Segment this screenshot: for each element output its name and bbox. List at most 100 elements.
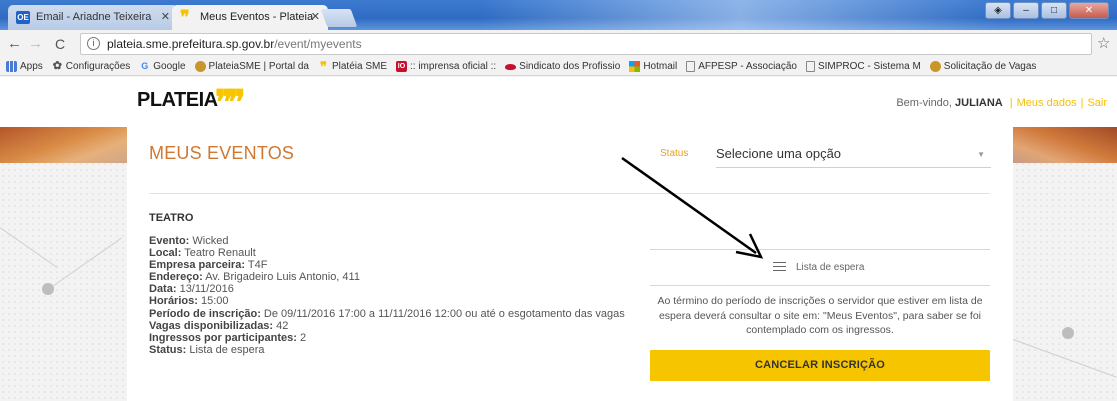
user-name: JULIANA	[955, 97, 1003, 109]
field-value: De 09/11/2016 17:00 a 11/11/2016 12:00 o…	[260, 307, 625, 320]
maximize-button[interactable]: □	[1041, 2, 1067, 19]
page-icon	[805, 61, 815, 72]
event-field-registration-period: Período de inscrição: De 09/11/2016 17:0…	[149, 308, 625, 320]
divider	[149, 193, 990, 194]
close-icon[interactable]: ✕	[161, 5, 170, 30]
bookmark-afpesp[interactable]: AFPESP - Associação	[686, 61, 797, 72]
bookmark-google[interactable]: G Google	[139, 61, 185, 72]
field-label: Período de inscrição:	[149, 307, 261, 320]
site-header: PLATEIA ❞❞ Bem-vindo, JULIANA | Meus dados…	[0, 77, 1117, 127]
reload-icon[interactable]: C	[55, 35, 65, 53]
page-body: PLATEIA ❞❞ Bem-vindo, JULIANA | Meus dados…	[0, 77, 1117, 401]
bookmark-configuracoes[interactable]: ✿ Configurações	[52, 60, 131, 73]
bookmark-label: Hotmail	[643, 61, 678, 72]
bookmark-star-icon[interactable]: ☆	[1097, 34, 1110, 52]
info-icon[interactable]: i	[87, 37, 100, 50]
sp-crest-icon	[929, 61, 941, 72]
waitlist-label: Lista de espera	[796, 262, 865, 273]
field-value: 15:00	[197, 295, 229, 308]
my-data-link[interactable]: Meus dados	[1017, 97, 1077, 109]
field-value: 13/11/2016	[176, 283, 234, 296]
browser-tab-strip: OE Email - Ariadne Teixeira ✕ ❞ Meus Eve…	[0, 0, 1117, 30]
field-label: Ingressos por participantes:	[149, 331, 297, 344]
field-label: Endereço:	[149, 271, 203, 284]
apps-grid-icon	[6, 61, 17, 72]
event-field-address: Endereço: Av. Brigadeiro Luis Antonio, 4…	[149, 271, 625, 283]
bookmark-label: PlateiaSME | Portal da	[208, 61, 309, 72]
bookmark-label: Sindicato dos Profissio	[519, 61, 621, 72]
field-label: Status:	[149, 343, 187, 356]
back-icon[interactable]: ←	[7, 35, 22, 53]
bookmark-label: Platéia SME	[331, 61, 387, 72]
event-field-name: Evento: Wicked	[149, 235, 625, 247]
logo-quote-icon: ❞❞	[215, 85, 245, 122]
status-filter-value: Selecione uma opção	[716, 146, 842, 161]
event-field-venue: Local: Teatro Renault	[149, 247, 625, 259]
url-text: plateia.sme.prefeitura.sp.gov.br/event/m…	[107, 37, 362, 51]
list-icon	[773, 262, 786, 274]
address-bar-row: ← → C i plateia.sme.prefeitura.sp.gov.br…	[0, 30, 1117, 58]
status-filter-select[interactable]: Selecione uma opção ▼	[716, 142, 991, 168]
bookmark-plateia-sme[interactable]: ❞ Platéia SME	[318, 60, 387, 73]
browser-tab-email[interactable]: OE Email - Ariadne Teixeira ✕	[8, 5, 178, 30]
window-controls: ◈ – □ ✕	[985, 2, 1109, 19]
sp-crest-icon	[194, 61, 206, 72]
event-field-times: Horários: 15:00	[149, 295, 625, 307]
outlook-icon: OE	[16, 11, 30, 24]
welcome-prefix: Bem-vindo,	[896, 97, 952, 109]
bookmark-label: Solicitação de Vagas	[943, 61, 1037, 72]
page-icon	[686, 61, 696, 72]
bookmark-hotmail[interactable]: Hotmail	[629, 61, 677, 72]
waitlist-note: Ao término do período de inscrições o se…	[657, 295, 983, 336]
chevron-down-icon: ▼	[977, 150, 985, 159]
browser-tab-meus-eventos[interactable]: ❞ Meus Eventos - Plateia ✕	[172, 5, 328, 30]
windows-icon	[629, 61, 641, 72]
bookmark-imprensa-oficial[interactable]: IO:: imprensa oficial ::	[396, 61, 496, 72]
minimize-button[interactable]: –	[1013, 2, 1039, 19]
url-input[interactable]: i plateia.sme.prefeitura.sp.gov.br/event…	[80, 33, 1092, 55]
close-icon[interactable]: ✕	[311, 5, 320, 30]
logout-link[interactable]: Sair	[1087, 97, 1107, 109]
forward-icon[interactable]: →	[28, 35, 43, 53]
cancel-registration-button[interactable]: CANCELAR INSCRIÇÃO	[650, 350, 990, 381]
new-tab-button[interactable]	[320, 9, 358, 27]
status-filter-label: Status	[660, 148, 689, 159]
field-value: Wicked	[189, 235, 229, 247]
field-value: Av. Brigadeiro Luis Antonio, 411	[202, 271, 360, 284]
close-window-button[interactable]: ✕	[1069, 2, 1109, 19]
events-card: MEUS EVENTOS Status Selecione uma opção …	[127, 127, 1013, 401]
event-details: Evento: Wicked Local: Teatro Renault Emp…	[149, 235, 625, 356]
separator: |	[1009, 97, 1013, 109]
bookmark-apps[interactable]: Apps	[6, 61, 43, 72]
waitlist-status-row: Lista de espera	[650, 250, 990, 286]
tab-label: Email - Ariadne Teixeira	[36, 11, 152, 23]
field-label: Vagas disponibilizadas:	[149, 319, 274, 332]
event-field-tickets-per-participant: Ingressos por participantes: 2	[149, 332, 625, 344]
decorative-banner-right	[1012, 127, 1117, 163]
separator: |	[1080, 97, 1084, 109]
tab-label: Meus Eventos - Plateia	[200, 11, 314, 23]
field-value: Lista de espera	[186, 343, 265, 356]
bookmark-sindicato[interactable]: Sindicato dos Profissio	[505, 61, 620, 72]
plateia-logo[interactable]: PLATEIA ❞❞	[137, 85, 245, 122]
bookmark-label: AFPESP - Associação	[698, 61, 797, 72]
google-icon: G	[141, 61, 149, 71]
user-icon[interactable]: ◈	[985, 2, 1011, 19]
decorative-banner-left	[0, 127, 136, 163]
gear-icon: ✿	[52, 60, 62, 72]
field-label: Data:	[149, 283, 177, 296]
plateia-icon: ❞	[180, 7, 190, 27]
tabstrip-glow	[480, 0, 1000, 30]
field-value: 2	[296, 331, 307, 344]
bookmark-label: Google	[153, 61, 186, 72]
welcome-message: Bem-vindo, JULIANA | Meus dados | Sair	[896, 97, 1107, 109]
decorative-dot	[1062, 327, 1074, 339]
bookmark-plateiasme-portal[interactable]: PlateiaSME | Portal da	[194, 61, 309, 72]
bookmark-simproc[interactable]: SIMPROC - Sistema M	[805, 61, 921, 72]
url-path: /event/myevents	[274, 37, 362, 51]
bookmark-solicitacao-vagas[interactable]: Solicitação de Vagas	[929, 61, 1037, 72]
io-icon: IO	[396, 61, 407, 72]
event-field-partner: Empresa parceira: T4F	[149, 259, 625, 271]
lips-icon	[505, 63, 517, 70]
bookmarks-bar: Apps ✿ Configurações G Google PlateiaSME |…	[0, 58, 1117, 76]
